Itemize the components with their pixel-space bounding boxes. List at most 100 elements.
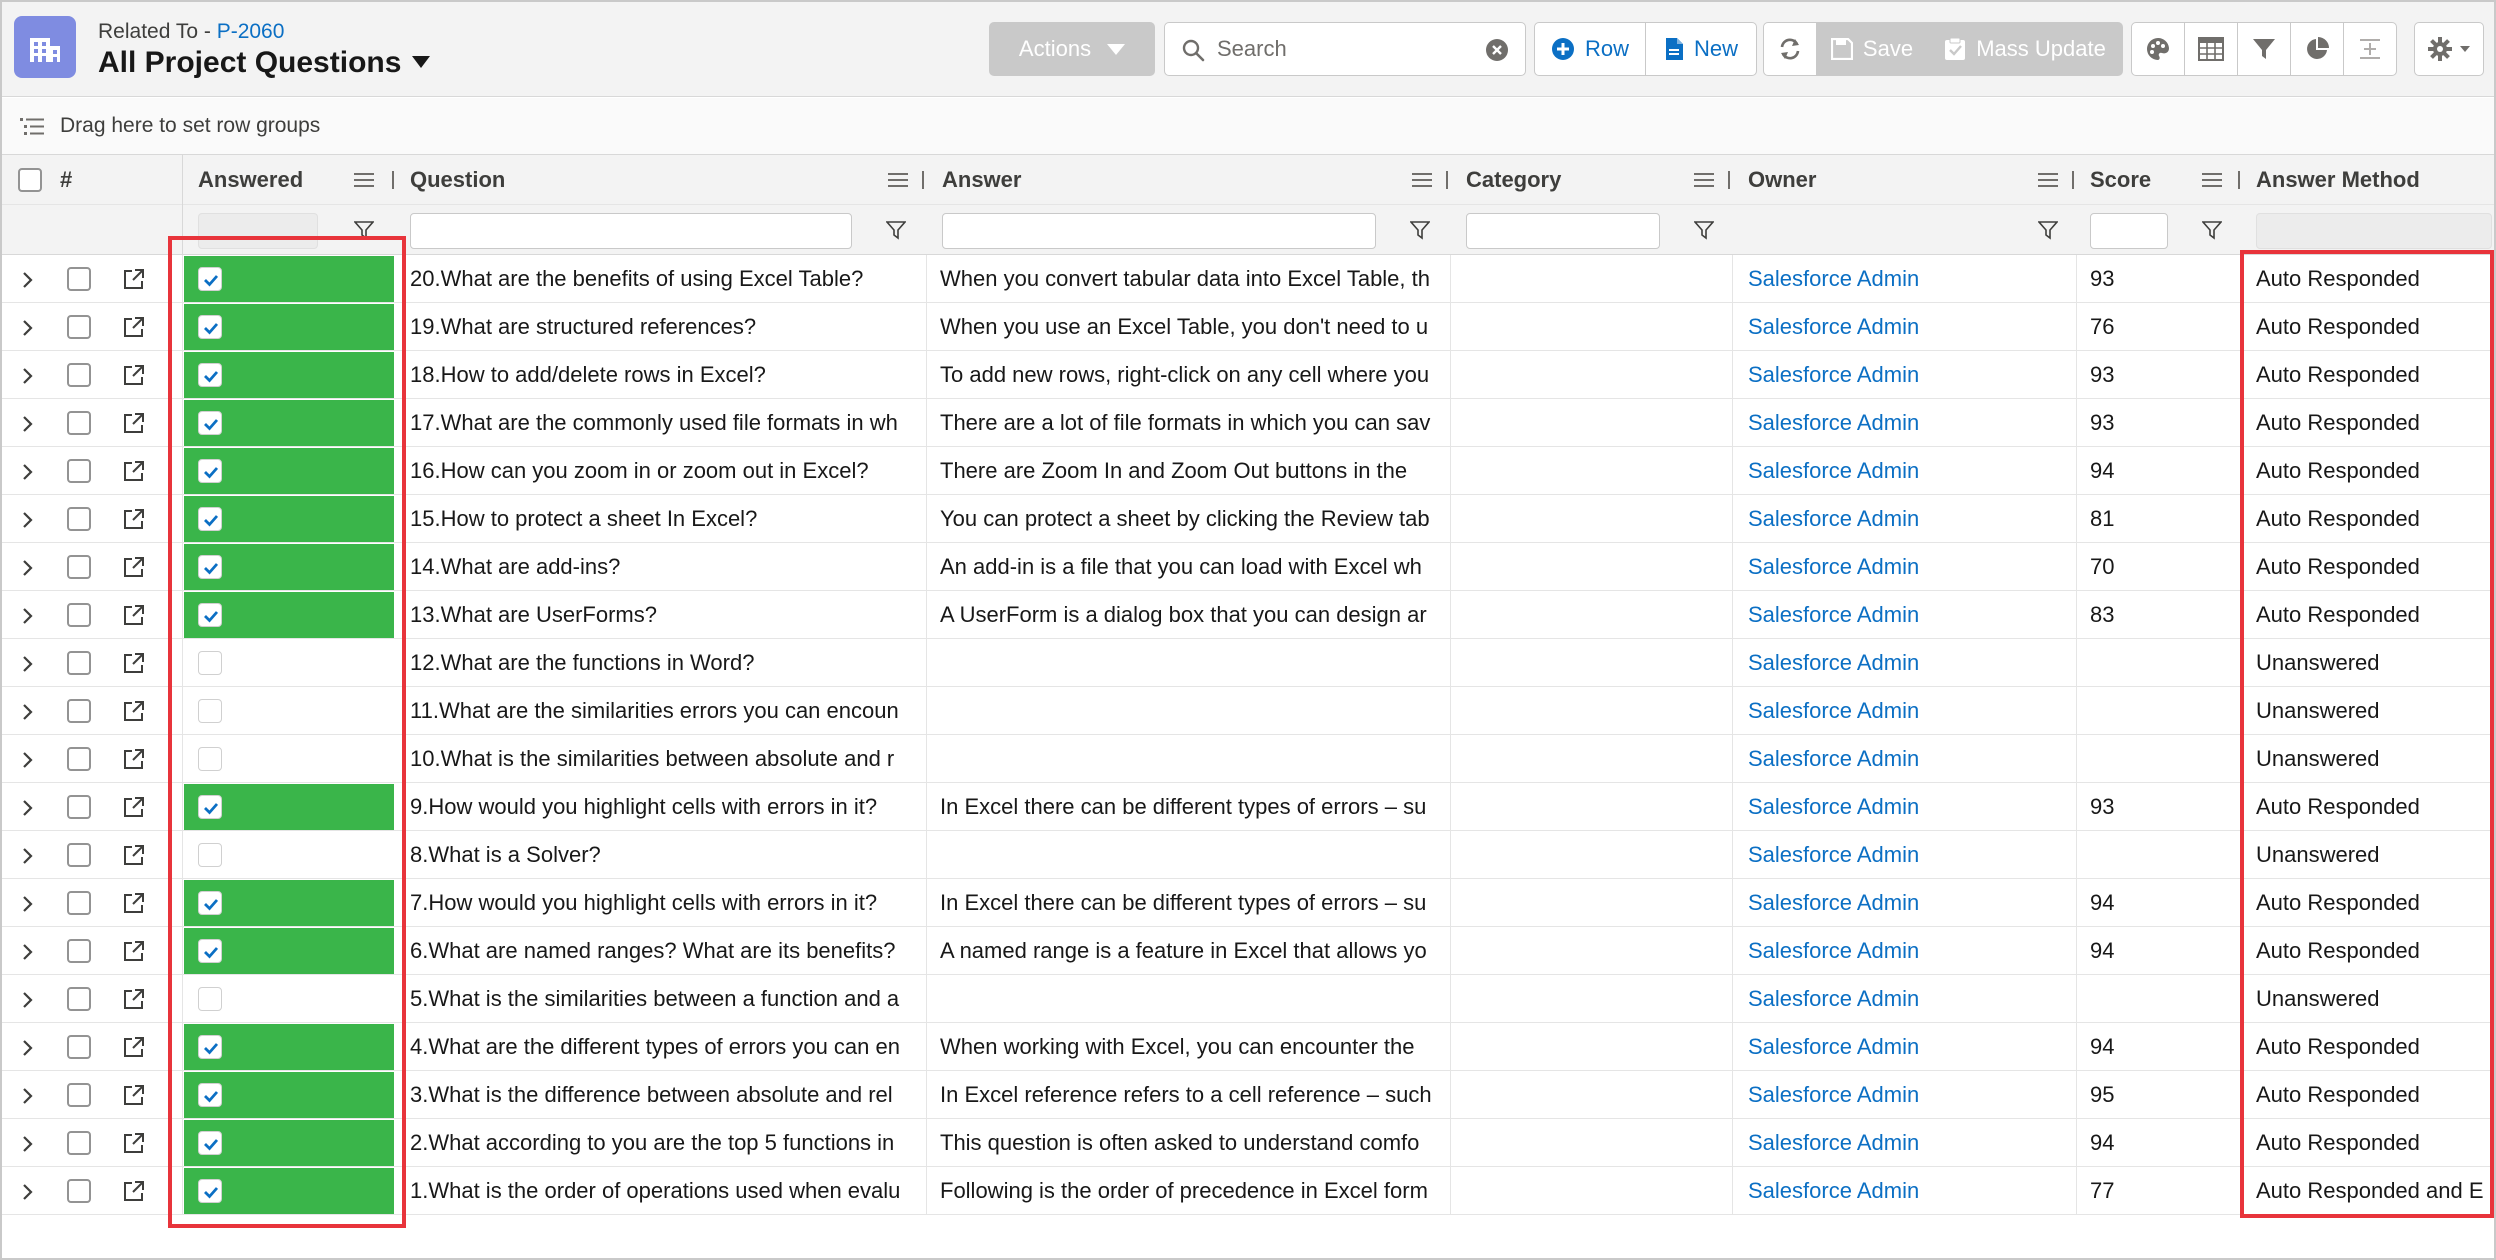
row-select-checkbox[interactable] (67, 1083, 91, 1107)
category-cell[interactable] (1466, 351, 1730, 399)
open-record-icon[interactable] (122, 555, 146, 579)
open-record-icon[interactable] (122, 363, 146, 387)
category-cell[interactable] (1466, 639, 1730, 687)
open-record-icon[interactable] (122, 1179, 146, 1203)
column-menu-icon[interactable] (354, 172, 374, 188)
refresh-button[interactable] (1763, 22, 1817, 76)
owner-link[interactable]: Salesforce Admin (1748, 351, 2074, 399)
column-resize-handle[interactable] (1446, 171, 1448, 189)
open-record-icon[interactable] (122, 747, 146, 771)
owner-link[interactable]: Salesforce Admin (1748, 1119, 2074, 1167)
score-cell[interactable]: 93 (2090, 399, 2238, 447)
category-cell[interactable] (1466, 831, 1730, 879)
column-resize-handle[interactable] (2072, 171, 2074, 189)
chevron-right-icon[interactable] (22, 607, 34, 625)
owner-link[interactable]: Salesforce Admin (1748, 639, 2074, 687)
chevron-right-icon[interactable] (22, 463, 34, 481)
column-menu-icon[interactable] (1694, 172, 1714, 188)
answer-cell[interactable]: Following is the order of precedence in … (940, 1167, 1450, 1215)
category-cell[interactable] (1466, 543, 1730, 591)
open-record-icon[interactable] (122, 507, 146, 531)
page-title[interactable]: All Project Questions (98, 46, 401, 80)
column-menu-icon[interactable] (2038, 172, 2058, 188)
question-cell[interactable]: 11.What are the similarities errors you … (410, 687, 924, 735)
owner-link[interactable]: Salesforce Admin (1748, 1167, 2074, 1215)
owner-link[interactable]: Salesforce Admin (1748, 1071, 2074, 1119)
score-cell[interactable]: 94 (2090, 1119, 2238, 1167)
score-cell[interactable] (2090, 975, 2238, 1023)
search-input[interactable] (1217, 33, 1477, 65)
mass-update-button[interactable]: Mass Update (1927, 22, 2123, 76)
column-header-question[interactable]: Question (410, 155, 505, 205)
open-record-icon[interactable] (122, 987, 146, 1011)
score-cell[interactable] (2090, 687, 2238, 735)
chevron-right-icon[interactable] (22, 751, 34, 769)
row-select-checkbox[interactable] (67, 939, 91, 963)
chevron-right-icon[interactable] (22, 1135, 34, 1153)
score-cell[interactable]: 94 (2090, 927, 2238, 975)
row-select-checkbox[interactable] (67, 747, 91, 771)
row-select-checkbox[interactable] (67, 555, 91, 579)
question-filter-input[interactable] (410, 213, 852, 249)
answer-cell[interactable] (940, 975, 1450, 1023)
chevron-right-icon[interactable] (22, 271, 34, 289)
open-record-icon[interactable] (122, 1083, 146, 1107)
question-cell[interactable]: 19.What are structured references? (410, 303, 924, 351)
category-cell[interactable] (1466, 447, 1730, 495)
answer-cell[interactable]: This question is often asked to understa… (940, 1119, 1450, 1167)
open-record-icon[interactable] (122, 939, 146, 963)
row-select-checkbox[interactable] (67, 315, 91, 339)
answer-cell[interactable] (940, 735, 1450, 783)
open-record-icon[interactable] (122, 267, 146, 291)
row-select-checkbox[interactable] (67, 267, 91, 291)
column-menu-icon[interactable] (2202, 172, 2222, 188)
question-cell[interactable]: 6.What are named ranges? What are its be… (410, 927, 924, 975)
chevron-right-icon[interactable] (22, 511, 34, 529)
open-record-icon[interactable] (122, 1035, 146, 1059)
score-cell[interactable]: 76 (2090, 303, 2238, 351)
open-record-icon[interactable] (122, 651, 146, 675)
column-header-answer[interactable]: Answer (942, 155, 1021, 205)
category-cell[interactable] (1466, 591, 1730, 639)
score-filter-input[interactable] (2090, 213, 2168, 249)
row-select-checkbox[interactable] (67, 1179, 91, 1203)
chevron-right-icon[interactable] (22, 847, 34, 865)
owner-link[interactable]: Salesforce Admin (1748, 831, 2074, 879)
chevron-right-icon[interactable] (22, 799, 34, 817)
answer-cell[interactable]: To add new rows, right-click on any cell… (940, 351, 1450, 399)
category-cell[interactable] (1466, 687, 1730, 735)
row-select-checkbox[interactable] (67, 1035, 91, 1059)
chevron-right-icon[interactable] (22, 943, 34, 961)
chevron-right-icon[interactable] (22, 367, 34, 385)
owner-link[interactable]: Salesforce Admin (1748, 927, 2074, 975)
open-record-icon[interactable] (122, 411, 146, 435)
question-cell[interactable]: 20.What are the benefits of using Excel … (410, 255, 924, 303)
owner-link[interactable]: Salesforce Admin (1748, 591, 2074, 639)
chevron-right-icon[interactable] (22, 1039, 34, 1057)
column-menu-icon[interactable] (888, 172, 908, 188)
question-cell[interactable]: 4.What are the different types of errors… (410, 1023, 924, 1071)
category-cell[interactable] (1466, 1023, 1730, 1071)
category-cell[interactable] (1466, 879, 1730, 927)
row-select-checkbox[interactable] (67, 363, 91, 387)
category-cell[interactable] (1466, 1071, 1730, 1119)
category-cell[interactable] (1466, 783, 1730, 831)
row-select-checkbox[interactable] (67, 1131, 91, 1155)
score-cell[interactable] (2090, 735, 2238, 783)
column-header-category[interactable]: Category (1466, 155, 1561, 205)
table-view-button[interactable] (2184, 22, 2238, 76)
question-cell[interactable]: 8.What is a Solver? (410, 831, 924, 879)
filter-button[interactable] (2237, 22, 2291, 76)
chevron-right-icon[interactable] (22, 991, 34, 1009)
open-record-icon[interactable] (122, 459, 146, 483)
score-cell[interactable]: 81 (2090, 495, 2238, 543)
select-all-checkbox[interactable] (18, 168, 42, 192)
chevron-right-icon[interactable] (22, 703, 34, 721)
answer-cell[interactable] (940, 831, 1450, 879)
score-cell[interactable] (2090, 639, 2238, 687)
color-theme-button[interactable] (2131, 22, 2185, 76)
owner-link[interactable]: Salesforce Admin (1748, 879, 2074, 927)
score-cell[interactable]: 94 (2090, 447, 2238, 495)
question-cell[interactable]: 3.What is the difference between absolut… (410, 1071, 924, 1119)
answer-cell[interactable]: In Excel reference refers to a cell refe… (940, 1071, 1450, 1119)
